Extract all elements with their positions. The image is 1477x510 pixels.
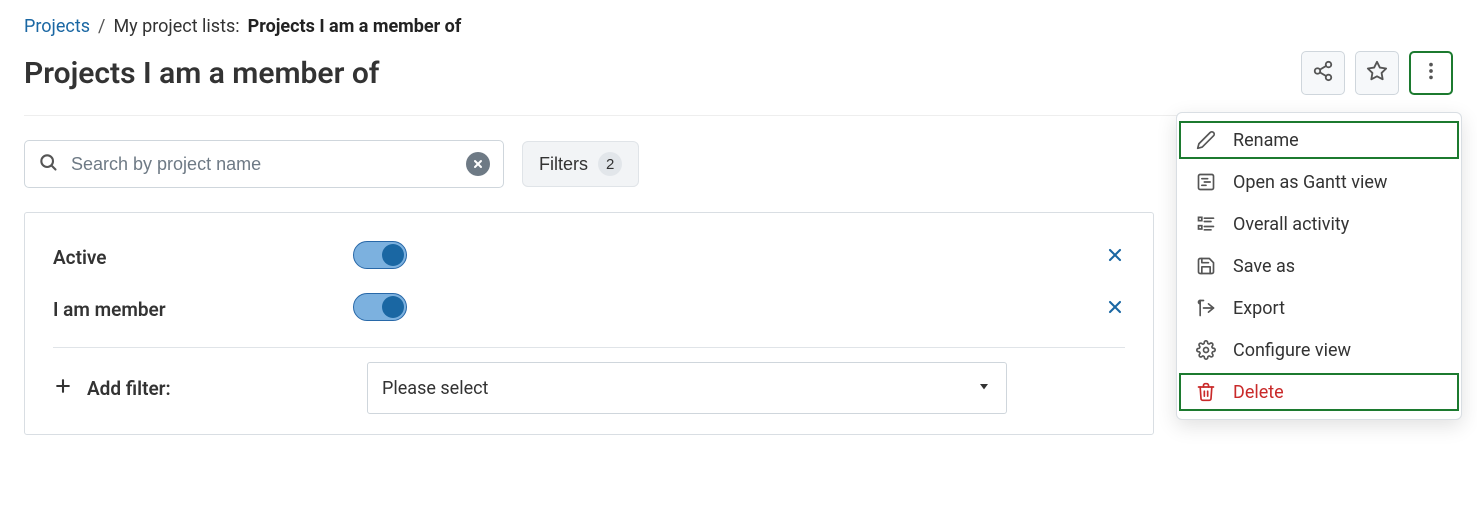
favorite-button[interactable] <box>1355 51 1399 95</box>
chevron-down-icon <box>976 378 992 399</box>
gantt-icon <box>1195 171 1217 193</box>
dropdown-overall-label: Overall activity <box>1233 214 1349 235</box>
toggle-member[interactable] <box>353 293 407 321</box>
dropdown-export-label: Export <box>1233 298 1285 319</box>
gear-icon <box>1195 339 1217 361</box>
dropdown-gantt-label: Open as Gantt view <box>1233 172 1387 193</box>
activity-icon <box>1195 213 1217 235</box>
filter-panel: Active I am member Add filter: <box>24 212 1154 435</box>
more-menu-button[interactable] <box>1409 51 1453 95</box>
dropdown-export[interactable]: Export <box>1177 287 1461 329</box>
pencil-icon <box>1195 129 1217 151</box>
close-icon <box>472 155 484 174</box>
breadcrumb-projects-link[interactable]: Projects <box>24 16 90 37</box>
toggle-active[interactable] <box>353 241 407 269</box>
filters-label: Filters <box>539 154 588 175</box>
trash-icon <box>1195 381 1217 403</box>
remove-filter-active[interactable] <box>1105 245 1125 265</box>
search-input[interactable] <box>24 140 504 188</box>
breadcrumb-current: Projects I am a member of <box>248 16 462 37</box>
filter-separator <box>53 347 1125 348</box>
export-icon <box>1195 297 1217 319</box>
filter-row-active: Active <box>53 231 1125 283</box>
filter-row-member: I am member <box>53 283 1125 335</box>
star-icon <box>1366 60 1388 86</box>
dropdown-rename[interactable]: Rename <box>1177 119 1461 161</box>
share-icon <box>1312 60 1334 86</box>
add-filter-row: Add filter: Please select <box>53 362 1125 414</box>
filter-label-member: I am member <box>53 298 353 321</box>
dropdown-gantt[interactable]: Open as Gantt view <box>1177 161 1461 203</box>
search-wrapper <box>24 140 504 188</box>
kebab-icon <box>1420 60 1442 86</box>
dropdown-configure[interactable]: Configure view <box>1177 329 1461 371</box>
dropdown-delete[interactable]: Delete <box>1177 371 1461 413</box>
header-row: Projects I am a member of <box>24 51 1453 116</box>
share-button[interactable] <box>1301 51 1345 95</box>
breadcrumb: Projects / My project lists: Projects I … <box>24 16 1453 37</box>
filter-label-active: Active <box>53 246 353 269</box>
breadcrumb-sep: / <box>98 16 105 37</box>
dropdown-configure-label: Configure view <box>1233 340 1351 361</box>
dropdown-saveas[interactable]: Save as <box>1177 245 1461 287</box>
dropdown-saveas-label: Save as <box>1233 256 1295 277</box>
select-placeholder: Please select <box>382 378 488 399</box>
dropdown-rename-label: Rename <box>1233 130 1299 151</box>
breadcrumb-list-prefix: My project lists: <box>113 16 239 37</box>
more-dropdown: Rename Open as Gantt view Overall activi… <box>1176 112 1462 420</box>
add-filter-label: Add filter: <box>87 377 171 400</box>
plus-icon <box>53 376 73 401</box>
save-icon <box>1195 255 1217 277</box>
remove-filter-member[interactable] <box>1105 297 1125 317</box>
add-filter-select[interactable]: Please select <box>367 362 1007 414</box>
search-icon <box>38 152 58 176</box>
dropdown-overall[interactable]: Overall activity <box>1177 203 1461 245</box>
page-title: Projects I am a member of <box>24 56 379 91</box>
filters-count-badge: 2 <box>598 152 622 176</box>
header-actions <box>1301 51 1453 95</box>
filters-button[interactable]: Filters 2 <box>522 141 639 187</box>
dropdown-delete-label: Delete <box>1233 382 1284 403</box>
search-clear-button[interactable] <box>466 152 490 176</box>
